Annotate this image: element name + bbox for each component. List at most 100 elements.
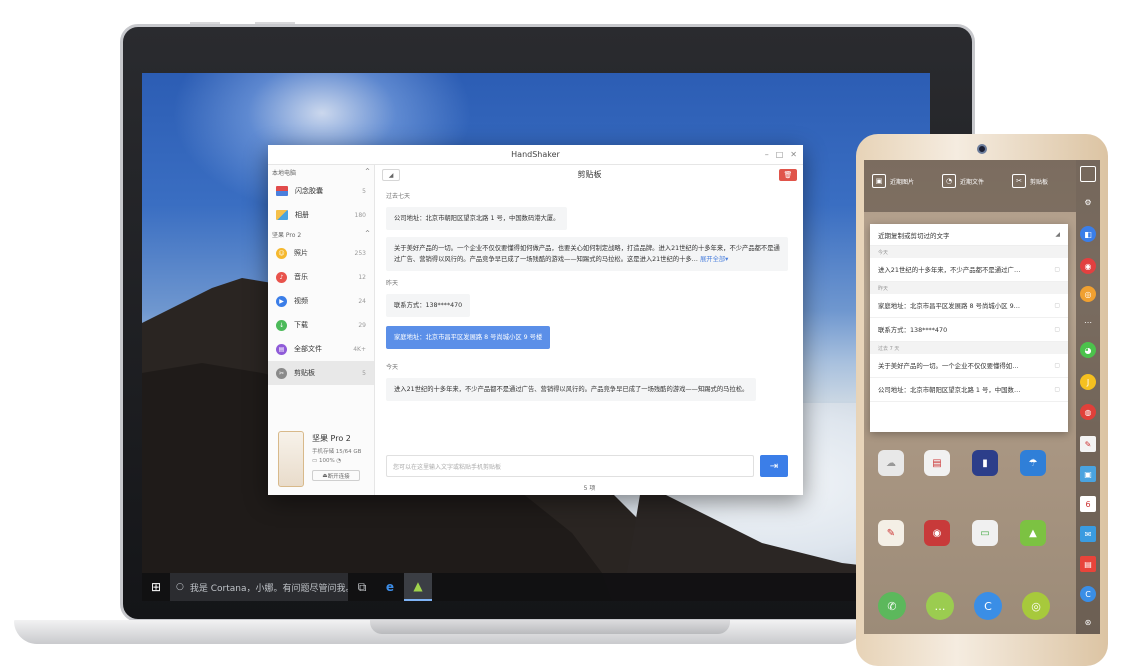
group-label: 今天 (386, 364, 399, 371)
clip-item[interactable]: 进入21世纪的十多年来，不少产品都不是通过广告、营销得以风行的。产品竞争早已成了… (386, 378, 757, 401)
device-name: 坚果 Pro 2 (312, 434, 351, 443)
tile-recent-files[interactable]: ◔ 近期文件 (942, 174, 984, 188)
section-device[interactable]: 坚果 Pro 2 ^ (268, 227, 374, 241)
browser-icon[interactable]: C (1080, 586, 1096, 602)
settings-icon[interactable]: ⚙ (1080, 194, 1096, 210)
clip-item[interactable]: 关于美好产品的一切。一个企业不仅仅要懂得如何做产品，也要关心如何制定战略，打造品… (386, 237, 788, 271)
cortana-search[interactable]: ○ 我是 Cortana，小娜。有问题尽管问我。 (170, 573, 348, 601)
music-icon: ♪ (276, 271, 287, 283)
tile-clipboard[interactable]: ✂ 剪贴板 (1012, 174, 1048, 188)
weibo-icon[interactable]: ◉ (1080, 258, 1096, 274)
phone-clip-item[interactable]: 进入21世纪的十多年来，不少产品都不是通过广… ▢ (870, 258, 1068, 282)
camera-icon (977, 144, 987, 154)
clipboard-icon: ✂ (1012, 174, 1026, 188)
sidebar-item-all-files[interactable]: ▤ 全部文件 4K+ (268, 337, 374, 361)
download-icon: ↓ (276, 319, 287, 331)
copy-icon[interactable]: ▢ (1054, 266, 1060, 273)
windows-taskbar: ⊞ ○ 我是 Cortana，小娜。有问题尽管问我。 ⧉ e ▲ ^ ▭ ◔ ▮ (142, 573, 930, 601)
edge-icon[interactable]: e (376, 573, 404, 601)
sidebar-item-capsule[interactable]: 闪念胶囊 5 (268, 179, 374, 203)
app-icon[interactable]: J (1080, 374, 1096, 390)
smartphone: ▣ 近期图片 ◔ 近期文件 ✂ 剪贴板 近期复制或剪切过的文字 ◢ 今天 进入21世纪的… (856, 134, 1108, 666)
phone-dock-icon[interactable]: ✆ (878, 592, 906, 620)
collapse-icon[interactable]: ◢ (1055, 231, 1060, 238)
card-app-icon[interactable]: ▭ (972, 520, 998, 546)
copy-icon[interactable]: ▢ (1054, 362, 1060, 369)
device-card: 坚果 Pro 2 手机存储 15/64 GB ▭ 100% ◔ ⏏ 断开连接 (276, 431, 372, 491)
app-icon[interactable]: ◎ (1080, 286, 1096, 302)
phone-clip-item[interactable]: 公司地址：北京市朝阳区望京北路 1 号，中国数… ▢ (870, 378, 1068, 402)
weather-app-icon[interactable]: ☁ (878, 450, 904, 476)
notes-icon[interactable]: ✎ (1080, 436, 1096, 452)
group-label: 过去七天 (386, 193, 411, 200)
send-button[interactable]: ⇥ (760, 455, 788, 477)
clipboard-icon: ✂ (276, 367, 287, 379)
clip-item-selected[interactable]: 家庭地址：北京市昌平区发展路 8 号尚城小区 9 号楼 (386, 326, 551, 349)
passport-app-icon[interactable]: ▮ (972, 450, 998, 476)
browser-dock-icon[interactable]: C (974, 592, 1002, 620)
photos-icon: ☺ (276, 247, 287, 259)
mic-dock-icon[interactable]: ◎ (1022, 592, 1050, 620)
phone-panel-header: 近期复制或剪切过的文字 ◢ (870, 224, 1068, 246)
android-icon[interactable]: ▲ (404, 573, 432, 601)
more-icon[interactable]: ⋯ (1080, 314, 1096, 330)
umbrella-app-icon[interactable]: ☂ (1020, 450, 1046, 476)
copy-icon[interactable]: ▢ (1054, 302, 1060, 309)
close-icon[interactable]: ✕ (790, 150, 797, 159)
start-button[interactable]: ⊞ (142, 573, 170, 601)
capsule-app-icon[interactable]: ▤ (924, 450, 950, 476)
cortana-placeholder: 我是 Cortana，小娜。有问题尽管问我。 (189, 583, 348, 594)
handshaker-window: HandShaker – □ ✕ 本地电脑 ^ 闪念胶囊 5 相册 180 坚果… (268, 145, 803, 495)
clipboard-input[interactable]: 您可以在这里输入文字或粘贴手机剪贴板 (386, 455, 754, 477)
phone-thumbnail (278, 431, 304, 487)
wechat-icon[interactable]: ◕ (1080, 342, 1096, 358)
clipboard-feed: 过去七天 公司地址：北京市朝阳区望京北路 1 号，中国数码港大厦。 关于美好产品… (376, 185, 803, 443)
sidebar-item-download[interactable]: ↓ 下载 29 (268, 313, 374, 337)
messages-dock-icon[interactable]: … (926, 592, 954, 620)
maximize-icon[interactable]: □ (776, 150, 784, 159)
app-icon[interactable]: ◧ (1080, 226, 1096, 242)
minimize-icon[interactable]: – (765, 150, 769, 159)
task-view-icon[interactable]: ⧉ (348, 573, 376, 601)
phone-clip-item[interactable]: 关于美好产品的一切。一个企业不仅仅要懂得如… ▢ (870, 354, 1068, 378)
tile-recent-images[interactable]: ▣ 近期图片 (872, 174, 914, 188)
section-local[interactable]: 本地电脑 ^ (268, 165, 374, 179)
sidebar-item-music[interactable]: ♪ 音乐 12 (268, 265, 374, 289)
expand-link[interactable]: 展开全部▾ (700, 256, 728, 263)
copy-icon[interactable]: ▢ (1054, 326, 1060, 333)
sidebar-toggle-icon[interactable] (1080, 166, 1096, 182)
sidebar-item-photos[interactable]: ☺ 照片 253 (268, 241, 374, 265)
clip-item[interactable]: 公司地址：北京市朝阳区望京北路 1 号，中国数码港大厦。 (386, 207, 568, 230)
desktop-screen: ⊞ ○ 我是 Cortana，小娜。有问题尽管问我。 ⧉ e ▲ ^ ▭ ◔ ▮… (142, 73, 930, 601)
calendar-icon[interactable]: 6 (1080, 496, 1096, 512)
app-icon[interactable]: ◍ (1080, 404, 1096, 420)
notes-app-icon[interactable]: ✎ (878, 520, 904, 546)
app-icon[interactable]: ▤ (1080, 556, 1096, 572)
album-icon (276, 210, 288, 220)
copy-icon[interactable]: ▢ (1054, 386, 1060, 393)
chevron-up-icon: ^ (364, 230, 370, 237)
gallery-icon[interactable]: ▣ (1080, 466, 1096, 482)
files-icon: ▤ (276, 343, 287, 355)
phone-clip-item[interactable]: 联系方式：138****470 ▢ (870, 318, 1068, 342)
sidebar-item-album[interactable]: 相册 180 (268, 203, 374, 227)
book-app-icon[interactable]: ◉ (924, 520, 950, 546)
collapse-button[interactable]: ◢ (382, 169, 400, 181)
app-icon[interactable]: ⊛ (1080, 614, 1096, 630)
phone-group-label: 过去 7 天 (870, 342, 1068, 354)
disconnect-button[interactable]: ⏏ 断开连接 (312, 470, 360, 481)
mail-icon[interactable]: ✉ (1080, 526, 1096, 542)
phone-clip-item[interactable]: 家庭地址：北京市昌平区发展路 8 号尚城小区 9… ▢ (870, 294, 1068, 318)
sidebar-item-video[interactable]: ▶ 视频 24 (268, 289, 374, 313)
sidebar-item-clipboard[interactable]: ✂ 剪贴板 5 (268, 361, 374, 385)
delete-button[interactable]: 🗑 (779, 169, 797, 181)
clip-item[interactable]: 联系方式：138****470 (386, 294, 471, 317)
item-count: 5 项 (583, 485, 596, 492)
android-app-icon[interactable]: ▲ (1020, 520, 1046, 546)
phone-group-label: 今天 (870, 246, 1068, 258)
panel-title: 剪贴板 (577, 170, 602, 179)
wifi-icon: ◔ (334, 458, 342, 464)
phone-side-bar: ⚙ ◧ ◉ ◎ ⋯ ◕ J ◍ ✎ ▣ 6 ✉ ▤ C ⊛ (1076, 160, 1100, 634)
phone-top-tiles: ▣ 近期图片 ◔ 近期文件 ✂ 剪贴板 (864, 160, 1076, 212)
video-icon: ▶ (276, 295, 287, 307)
